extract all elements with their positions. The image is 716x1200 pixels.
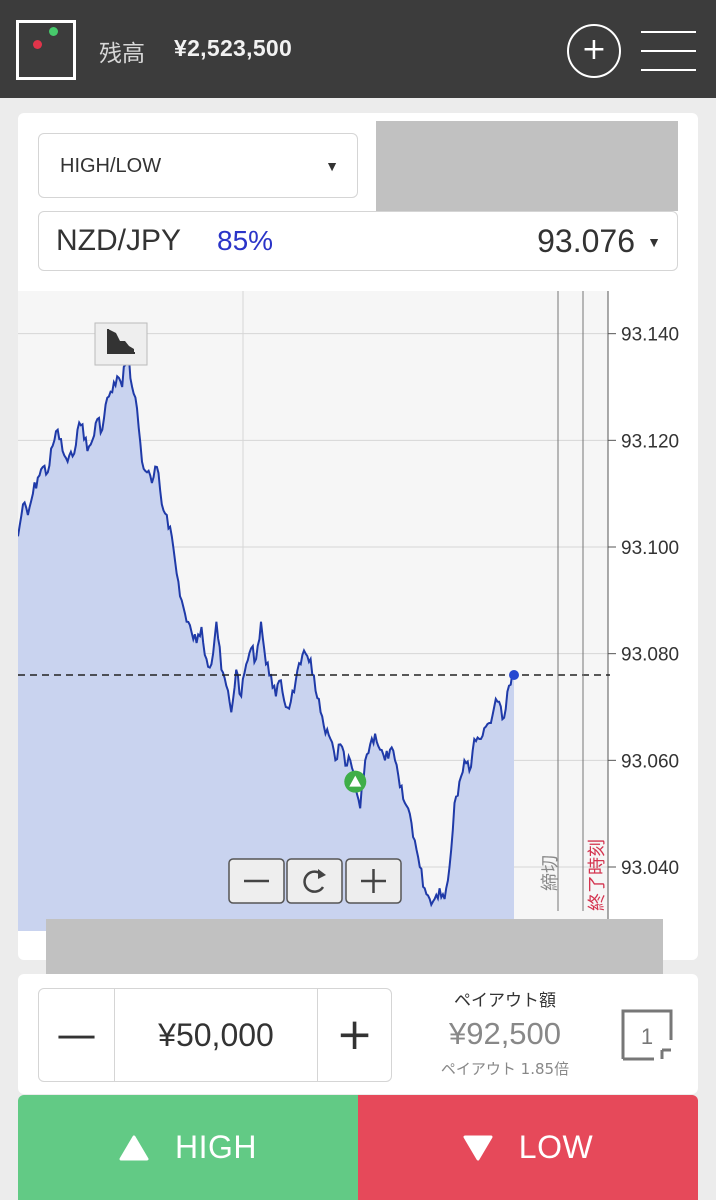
payout-multiplier: ペイアウト 1.85倍 xyxy=(440,1060,570,1078)
triangle-down-icon xyxy=(463,1135,493,1160)
caret-down-icon: ▼ xyxy=(325,158,339,174)
reset-zoom-button[interactable] xyxy=(286,858,343,904)
y-axis-panel xyxy=(608,291,698,931)
y-tick-label: 93.140 xyxy=(621,325,679,346)
trade-card: HIGH/LOW ▼ NZD/JPY 85% 93.076 ▼ 93.140 93… xyxy=(18,113,698,979)
logo-red-dot xyxy=(33,40,42,49)
asset-select[interactable]: NZD/JPY 85% 93.076 ▼ xyxy=(38,211,678,271)
multi-order-count: 1 xyxy=(641,1024,653,1049)
increase-amount-button[interactable]: + xyxy=(317,989,391,1081)
asset-pair: NZD/JPY xyxy=(56,224,182,257)
high-label: HIGH xyxy=(175,1129,257,1165)
add-funds-button[interactable]: + xyxy=(567,24,621,78)
hamburger-icon xyxy=(641,31,696,33)
y-tick-label: 93.120 xyxy=(621,431,679,452)
logo-green-dot xyxy=(49,27,58,36)
deadline-label: 締切 xyxy=(540,855,561,891)
payout-value: ¥92,500 xyxy=(448,1016,562,1051)
y-tick-label: 93.040 xyxy=(621,858,679,879)
triangle-up-icon xyxy=(119,1135,149,1160)
payout-title: ペイアウト額 xyxy=(454,991,556,1011)
menu-button[interactable] xyxy=(641,31,696,71)
hamburger-icon xyxy=(641,69,696,71)
entry-marker-high-icon xyxy=(344,770,367,793)
low-label: LOW xyxy=(518,1129,594,1165)
decrease-amount-button[interactable]: — xyxy=(39,989,115,1081)
amount-value[interactable]: ¥50,000 xyxy=(115,989,317,1081)
redacted-block xyxy=(46,919,663,979)
plus-icon: + xyxy=(581,32,607,67)
chart-type-button[interactable] xyxy=(94,322,148,366)
option-type-select[interactable]: HIGH/LOW ▼ xyxy=(38,133,358,198)
current-rate: 93.076 xyxy=(537,223,635,259)
option-type-label: HIGH/LOW xyxy=(60,155,162,177)
hamburger-icon xyxy=(641,50,696,52)
zoom-in-button[interactable] xyxy=(345,858,402,904)
caret-down-icon: ▼ xyxy=(647,234,661,250)
amount-stepper: — ¥50,000 + xyxy=(38,988,392,1082)
multi-order-button[interactable]: 1 xyxy=(620,1008,674,1062)
expiry-label: 終了時刻 xyxy=(587,839,608,911)
payout-rate: 85% xyxy=(217,225,274,256)
balance-value: ¥2,523,500 xyxy=(174,35,293,61)
high-button[interactable]: HIGH xyxy=(18,1095,358,1200)
app-header: 残高 ¥2,523,500 + xyxy=(0,0,716,98)
balance-label: 残高 xyxy=(99,41,145,67)
price-chart[interactable]: 93.14093.12093.10093.08093.06093.040 締切 … xyxy=(18,291,698,931)
redacted-block xyxy=(376,121,678,211)
app-logo-icon[interactable] xyxy=(16,20,76,80)
y-tick-label: 93.060 xyxy=(621,751,679,772)
low-button[interactable]: LOW xyxy=(358,1095,698,1200)
current-rate-dot xyxy=(509,670,519,680)
zoom-out-button[interactable] xyxy=(228,858,285,904)
order-panel: — ¥50,000 + ペイアウト額 ¥92,500 ペイアウト 1.85倍 1 xyxy=(18,974,698,1094)
y-tick-label: 93.080 xyxy=(621,645,679,666)
y-tick-label: 93.100 xyxy=(621,538,679,559)
